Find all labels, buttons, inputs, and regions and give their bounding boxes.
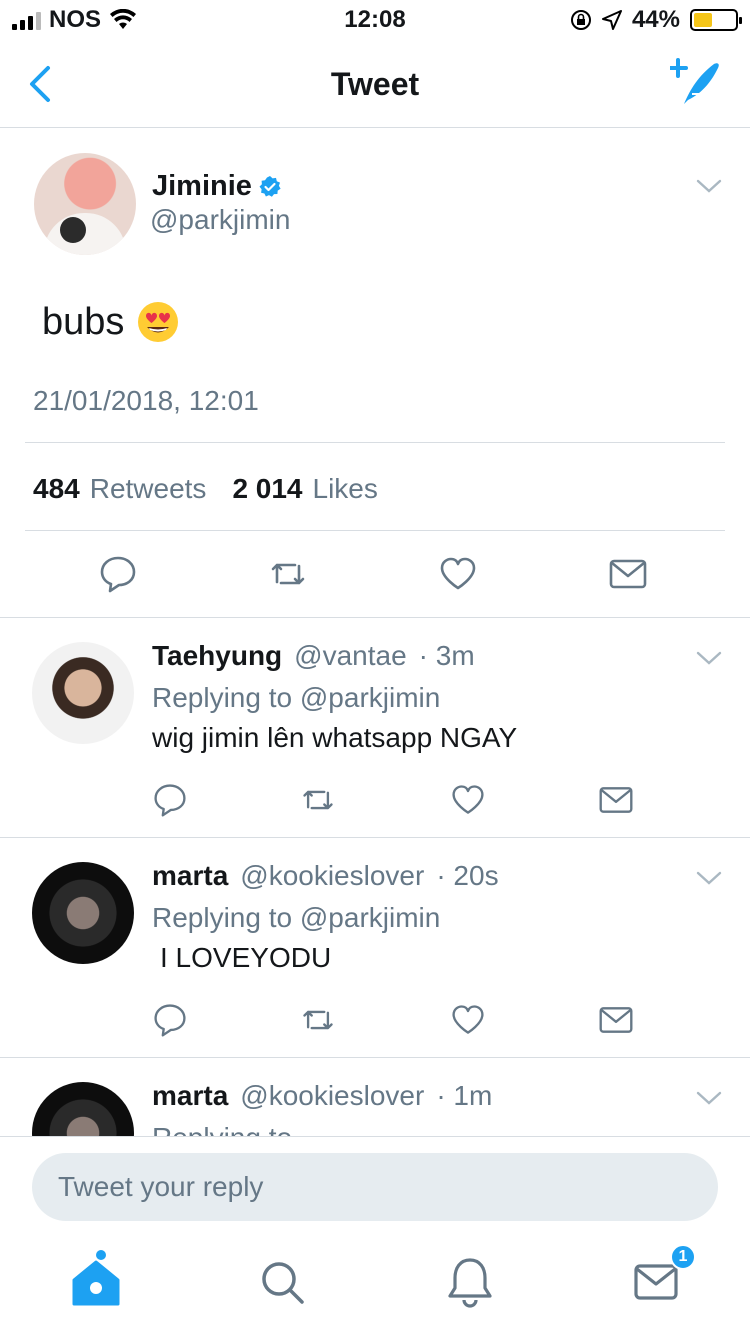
chevron-down-icon[interactable]	[696, 650, 722, 666]
home-icon	[72, 1260, 120, 1306]
tab-notifications[interactable]	[440, 1252, 500, 1312]
like-heart-icon[interactable]	[450, 782, 486, 818]
notifications-icon	[448, 1258, 492, 1308]
rotation-lock-icon	[570, 10, 591, 30]
reply-icon[interactable]	[152, 1002, 188, 1038]
likes-label[interactable]: Likes	[313, 473, 378, 505]
author-handle[interactable]: @parkjimin	[150, 204, 290, 236]
new-content-dot	[96, 1250, 106, 1260]
verified-badge-icon	[259, 175, 281, 197]
search-icon	[262, 1262, 304, 1304]
reply-input[interactable]	[32, 1153, 718, 1221]
reply-time: · 1m	[436, 1080, 493, 1111]
reply-handle[interactable]: @kookieslover	[240, 860, 424, 892]
retweet-icon[interactable]	[300, 782, 336, 818]
battery-icon	[690, 9, 742, 31]
avatar[interactable]	[32, 1082, 134, 1136]
tab-search[interactable]	[252, 1252, 312, 1312]
replying-to-label: Replying to	[152, 682, 293, 713]
divider	[25, 530, 725, 531]
compose-tweet-icon[interactable]	[670, 56, 722, 108]
replying-to-handle[interactable]: @parkjimin	[300, 902, 440, 933]
reply-header: marta @kookieslover · 20s	[152, 860, 499, 892]
tab-home[interactable]	[66, 1250, 126, 1312]
direct-message-icon[interactable]	[598, 1002, 634, 1038]
nav-bar: Tweet	[0, 40, 750, 128]
retweets-label[interactable]: Retweets	[90, 473, 207, 505]
tweet-timestamp: 21/01/2018, 12:01	[33, 385, 259, 416]
likes-count[interactable]: 2 014	[232, 473, 302, 505]
reply-handle[interactable]: @kookieslover	[240, 1080, 424, 1112]
reply-header: marta @kookieslover · 1m	[152, 1080, 492, 1112]
reply-icon[interactable]	[152, 782, 188, 818]
reply-display-name[interactable]: marta	[152, 860, 228, 892]
tweet-text: bubs	[42, 300, 180, 344]
reply-display-name[interactable]: marta	[152, 1080, 228, 1112]
reply-time: · 20s	[436, 860, 499, 891]
reply-header: Taehyung @vantae · 3m	[152, 640, 475, 672]
reply-icon[interactable]	[98, 554, 138, 594]
unread-badge: 1	[670, 1244, 696, 1270]
heart-eyes-emoji-icon	[138, 302, 179, 342]
replying-to-handle[interactable]: @parkjimin	[300, 682, 440, 713]
divider	[25, 442, 725, 443]
page-title: Tweet	[330, 66, 420, 102]
replying-to-line: Replying to	[152, 1122, 292, 1136]
location-icon	[601, 10, 622, 30]
avatar[interactable]	[34, 153, 136, 255]
replying-to-label: Replying to	[152, 902, 293, 933]
retweet-icon[interactable]	[268, 554, 308, 594]
like-heart-icon[interactable]	[438, 554, 478, 594]
reply-handle[interactable]: @vantae	[294, 640, 407, 672]
display-name[interactable]: Jiminie	[152, 170, 252, 203]
direct-message-icon[interactable]	[608, 554, 648, 594]
battery-percent: 44%	[631, 6, 680, 33]
chevron-down-icon[interactable]	[696, 1090, 722, 1106]
reply-composer	[0, 1136, 750, 1238]
author-line: Jiminie	[152, 170, 282, 203]
status-right: 44%	[570, 6, 742, 34]
reply-tweet[interactable]: marta @kookieslover · 20s Replying to @p…	[0, 838, 750, 1058]
reply-text: I LOVEYODU	[160, 942, 332, 973]
replying-to-line: Replying to @parkjimin	[152, 902, 440, 934]
reply-text: wig jimin lên whatsapp NGAY	[152, 722, 518, 753]
tab-bar: 1	[0, 1238, 750, 1334]
reply-tweet[interactable]: Taehyung @vantae · 3m Replying to @parkj…	[0, 618, 750, 838]
tweet-stats: 484 Retweets 2 014 Likes	[33, 473, 378, 505]
reply-tweet[interactable]: marta @kookieslover · 1m Replying to	[0, 1058, 750, 1136]
status-bar: NOS 12:08 44%	[0, 0, 750, 40]
replying-to-label: Replying to	[152, 1122, 292, 1136]
main-tweet: Jiminie @parkjimin bubs 21/01/2018, 12:0…	[0, 128, 750, 618]
reply-time: · 3m	[418, 640, 475, 671]
retweets-count[interactable]: 484	[33, 473, 80, 505]
chevron-down-icon[interactable]	[696, 178, 722, 194]
tweet-body: bubs	[42, 300, 125, 343]
avatar[interactable]	[32, 642, 134, 744]
direct-message-icon[interactable]	[598, 782, 634, 818]
avatar[interactable]	[32, 862, 134, 964]
like-heart-icon[interactable]	[450, 1002, 486, 1038]
tab-messages[interactable]: 1	[628, 1244, 696, 1312]
reply-display-name[interactable]: Taehyung	[152, 640, 282, 672]
replying-to-line: Replying to @parkjimin	[152, 682, 440, 714]
retweet-icon[interactable]	[300, 1002, 336, 1038]
chevron-down-icon[interactable]	[696, 870, 722, 886]
